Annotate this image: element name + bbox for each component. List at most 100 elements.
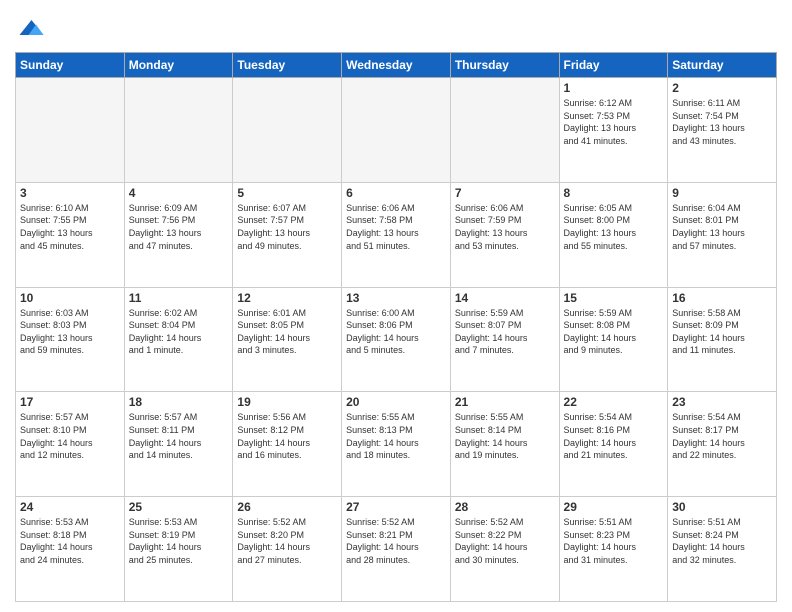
day-number: 10 bbox=[20, 291, 120, 305]
calendar-cell: 10Sunrise: 6:03 AM Sunset: 8:03 PM Dayli… bbox=[16, 287, 125, 392]
day-info: Sunrise: 6:06 AM Sunset: 7:59 PM Dayligh… bbox=[455, 202, 555, 252]
day-number: 25 bbox=[129, 500, 229, 514]
day-info: Sunrise: 5:54 AM Sunset: 8:16 PM Dayligh… bbox=[564, 411, 664, 461]
calendar-week-0: 1Sunrise: 6:12 AM Sunset: 7:53 PM Daylig… bbox=[16, 78, 777, 183]
day-info: Sunrise: 5:57 AM Sunset: 8:10 PM Dayligh… bbox=[20, 411, 120, 461]
calendar-cell: 30 Sunrise: 5:51 AM Sunset: 8:24 PM Dayli… bbox=[668, 497, 777, 602]
calendar-cell: 15 Sunrise: 5:59 AM Sunset: 8:08 PM Dayli… bbox=[559, 287, 668, 392]
calendar-cell: 25 Sunrise: 5:53 AM Sunset: 8:19 PM Dayli… bbox=[124, 497, 233, 602]
calendar-cell: 23 Sunrise: 5:54 AM Sunset: 8:17 PM Dayli… bbox=[668, 392, 777, 497]
day-info: Sunrise: 5:54 AM Sunset: 8:17 PM Dayligh… bbox=[672, 411, 772, 461]
day-number: 17 bbox=[20, 395, 120, 409]
day-header-friday: Friday bbox=[559, 53, 668, 78]
day-number: 3 bbox=[20, 186, 120, 200]
calendar-cell bbox=[16, 78, 125, 183]
calendar-cell: 26 Sunrise: 5:52 AM Sunset: 8:20 PM Dayli… bbox=[233, 497, 342, 602]
day-header-wednesday: Wednesday bbox=[342, 53, 451, 78]
day-number: 5 bbox=[237, 186, 337, 200]
calendar-week-1: 3 Sunrise: 6:10 AM Sunset: 7:55 PM Daylig… bbox=[16, 182, 777, 287]
calendar-cell: 28 Sunrise: 5:52 AM Sunset: 8:22 PM Dayli… bbox=[450, 497, 559, 602]
day-info: Sunrise: 6:10 AM Sunset: 7:55 PM Dayligh… bbox=[20, 202, 120, 252]
day-number: 27 bbox=[346, 500, 446, 514]
day-info: Sunrise: 5:51 AM Sunset: 8:24 PM Dayligh… bbox=[672, 516, 772, 566]
calendar-cell: 13Sunrise: 6:00 AM Sunset: 8:06 PM Dayli… bbox=[342, 287, 451, 392]
day-number: 16 bbox=[672, 291, 772, 305]
day-number: 15 bbox=[564, 291, 664, 305]
day-info: Sunrise: 5:56 AM Sunset: 8:12 PM Dayligh… bbox=[237, 411, 337, 461]
calendar-cell bbox=[450, 78, 559, 183]
calendar-cell: 22Sunrise: 5:54 AM Sunset: 8:16 PM Dayli… bbox=[559, 392, 668, 497]
day-info: Sunrise: 5:53 AM Sunset: 8:19 PM Dayligh… bbox=[129, 516, 229, 566]
calendar-cell: 17 Sunrise: 5:57 AM Sunset: 8:10 PM Dayli… bbox=[16, 392, 125, 497]
day-number: 24 bbox=[20, 500, 120, 514]
calendar-cell: 24 Sunrise: 5:53 AM Sunset: 8:18 PM Dayli… bbox=[16, 497, 125, 602]
logo bbox=[15, 14, 49, 44]
day-info: Sunrise: 5:53 AM Sunset: 8:18 PM Dayligh… bbox=[20, 516, 120, 566]
day-info: Sunrise: 5:52 AM Sunset: 8:22 PM Dayligh… bbox=[455, 516, 555, 566]
day-number: 7 bbox=[455, 186, 555, 200]
day-info: Sunrise: 6:09 AM Sunset: 7:56 PM Dayligh… bbox=[129, 202, 229, 252]
calendar-cell bbox=[124, 78, 233, 183]
day-info: Sunrise: 6:04 AM Sunset: 8:01 PM Dayligh… bbox=[672, 202, 772, 252]
calendar-cell: 3 Sunrise: 6:10 AM Sunset: 7:55 PM Daylig… bbox=[16, 182, 125, 287]
day-info: Sunrise: 5:55 AM Sunset: 8:13 PM Dayligh… bbox=[346, 411, 446, 461]
calendar-cell: 8Sunrise: 6:05 AM Sunset: 8:00 PM Daylig… bbox=[559, 182, 668, 287]
day-number: 6 bbox=[346, 186, 446, 200]
day-number: 29 bbox=[564, 500, 664, 514]
day-number: 11 bbox=[129, 291, 229, 305]
calendar-cell: 16 Sunrise: 5:58 AM Sunset: 8:09 PM Dayli… bbox=[668, 287, 777, 392]
calendar-week-3: 17 Sunrise: 5:57 AM Sunset: 8:10 PM Dayli… bbox=[16, 392, 777, 497]
day-number: 28 bbox=[455, 500, 555, 514]
day-number: 4 bbox=[129, 186, 229, 200]
day-info: Sunrise: 5:55 AM Sunset: 8:14 PM Dayligh… bbox=[455, 411, 555, 461]
day-header-saturday: Saturday bbox=[668, 53, 777, 78]
calendar-header-row: SundayMondayTuesdayWednesdayThursdayFrid… bbox=[16, 53, 777, 78]
day-info: Sunrise: 6:00 AM Sunset: 8:06 PM Dayligh… bbox=[346, 307, 446, 357]
header bbox=[15, 10, 777, 44]
day-number: 1 bbox=[564, 81, 664, 95]
day-info: Sunrise: 6:01 AM Sunset: 8:05 PM Dayligh… bbox=[237, 307, 337, 357]
calendar-cell: 12 Sunrise: 6:01 AM Sunset: 8:05 PM Dayli… bbox=[233, 287, 342, 392]
calendar-cell: 1Sunrise: 6:12 AM Sunset: 7:53 PM Daylig… bbox=[559, 78, 668, 183]
day-number: 12 bbox=[237, 291, 337, 305]
calendar-cell: 18 Sunrise: 5:57 AM Sunset: 8:11 PM Dayli… bbox=[124, 392, 233, 497]
calendar-cell: 29 Sunrise: 5:51 AM Sunset: 8:23 PM Dayli… bbox=[559, 497, 668, 602]
calendar-cell: 11 Sunrise: 6:02 AM Sunset: 8:04 PM Dayli… bbox=[124, 287, 233, 392]
day-header-sunday: Sunday bbox=[16, 53, 125, 78]
calendar-cell: 19 Sunrise: 5:56 AM Sunset: 8:12 PM Dayli… bbox=[233, 392, 342, 497]
day-info: Sunrise: 6:07 AM Sunset: 7:57 PM Dayligh… bbox=[237, 202, 337, 252]
day-info: Sunrise: 5:59 AM Sunset: 8:07 PM Dayligh… bbox=[455, 307, 555, 357]
day-number: 18 bbox=[129, 395, 229, 409]
calendar-cell: 4 Sunrise: 6:09 AM Sunset: 7:56 PM Daylig… bbox=[124, 182, 233, 287]
calendar-cell: 21Sunrise: 5:55 AM Sunset: 8:14 PM Dayli… bbox=[450, 392, 559, 497]
day-info: Sunrise: 5:52 AM Sunset: 8:20 PM Dayligh… bbox=[237, 516, 337, 566]
day-number: 26 bbox=[237, 500, 337, 514]
day-info: Sunrise: 5:59 AM Sunset: 8:08 PM Dayligh… bbox=[564, 307, 664, 357]
day-info: Sunrise: 5:51 AM Sunset: 8:23 PM Dayligh… bbox=[564, 516, 664, 566]
day-info: Sunrise: 5:57 AM Sunset: 8:11 PM Dayligh… bbox=[129, 411, 229, 461]
calendar-cell: 27Sunrise: 5:52 AM Sunset: 8:21 PM Dayli… bbox=[342, 497, 451, 602]
day-number: 20 bbox=[346, 395, 446, 409]
calendar-table: SundayMondayTuesdayWednesdayThursdayFrid… bbox=[15, 52, 777, 602]
day-number: 2 bbox=[672, 81, 772, 95]
calendar-cell: 2Sunrise: 6:11 AM Sunset: 7:54 PM Daylig… bbox=[668, 78, 777, 183]
day-number: 9 bbox=[672, 186, 772, 200]
calendar-cell bbox=[233, 78, 342, 183]
day-info: Sunrise: 6:06 AM Sunset: 7:58 PM Dayligh… bbox=[346, 202, 446, 252]
calendar-cell: 20 Sunrise: 5:55 AM Sunset: 8:13 PM Dayli… bbox=[342, 392, 451, 497]
day-number: 30 bbox=[672, 500, 772, 514]
day-header-tuesday: Tuesday bbox=[233, 53, 342, 78]
calendar-cell: 6 Sunrise: 6:06 AM Sunset: 7:58 PM Daylig… bbox=[342, 182, 451, 287]
calendar-cell: 5 Sunrise: 6:07 AM Sunset: 7:57 PM Daylig… bbox=[233, 182, 342, 287]
calendar-cell: 14 Sunrise: 5:59 AM Sunset: 8:07 PM Dayli… bbox=[450, 287, 559, 392]
day-info: Sunrise: 5:58 AM Sunset: 8:09 PM Dayligh… bbox=[672, 307, 772, 357]
day-number: 8 bbox=[564, 186, 664, 200]
calendar-week-4: 24 Sunrise: 5:53 AM Sunset: 8:18 PM Dayli… bbox=[16, 497, 777, 602]
day-number: 23 bbox=[672, 395, 772, 409]
day-number: 19 bbox=[237, 395, 337, 409]
calendar-cell bbox=[342, 78, 451, 183]
day-info: Sunrise: 6:02 AM Sunset: 8:04 PM Dayligh… bbox=[129, 307, 229, 357]
day-number: 14 bbox=[455, 291, 555, 305]
calendar-cell: 9 Sunrise: 6:04 AM Sunset: 8:01 PM Daylig… bbox=[668, 182, 777, 287]
calendar-cell: 7 Sunrise: 6:06 AM Sunset: 7:59 PM Daylig… bbox=[450, 182, 559, 287]
